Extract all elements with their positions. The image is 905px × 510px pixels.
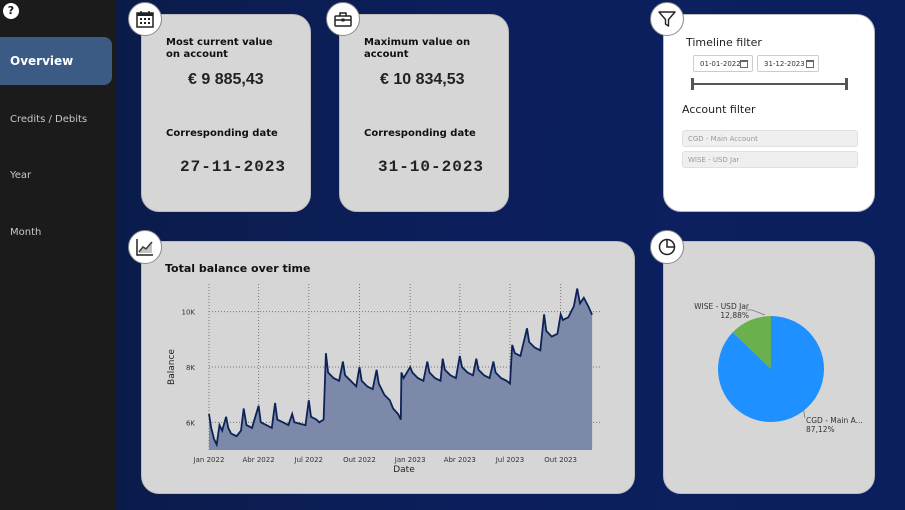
x-tick-label: Abr 2023 — [444, 456, 476, 464]
kpi-max-label: Maximum value on account — [364, 37, 471, 60]
filters-card: Timeline filter 01-01-2022 31-12-2023 Ac… — [663, 14, 875, 212]
kpi-current-label: Most current value on account — [166, 37, 273, 60]
account-option-label: CGD - Main Account — [688, 134, 758, 143]
account-filter-title: Account filter — [682, 103, 756, 116]
x-axis-label: Date — [393, 465, 415, 475]
nav-item-label: Month — [10, 226, 42, 238]
nav-item-month[interactable]: Month — [0, 208, 112, 256]
kpi-max-value: € 10 834,53 — [380, 71, 465, 88]
pie-value-wise: 12,88% — [720, 311, 749, 320]
nav-item-credits-debits[interactable]: Credits / Debits — [0, 95, 112, 143]
toolbox-icon — [326, 2, 360, 36]
balance-chart-card: Total balance over time 6K 8K 10K Jan 2022… — [141, 241, 635, 494]
line-chart-icon — [128, 230, 162, 264]
pie-value-cgd: 87,12% — [806, 425, 835, 434]
y-tick-label: 10K — [182, 309, 196, 317]
x-tick-label: Out 2023 — [544, 456, 577, 464]
sidebar: ? Overview Credits / Debits Year Month — [0, 0, 116, 510]
kpi-max-card: Maximum value on account € 10 834,53 Cor… — [339, 14, 509, 212]
y-tick-label: 6K — [186, 419, 195, 427]
x-tick-label: Jan 2022 — [193, 456, 225, 464]
kpi-current-card: Most current value on account € 9 885,43… — [141, 14, 311, 212]
pie-chart-card: WISE - USD Jar 12,88% CGD - Main A... 87… — [663, 241, 875, 494]
timeline-slider-track[interactable] — [692, 83, 848, 85]
x-tick-label: Jan 2023 — [394, 456, 426, 464]
date-to-input[interactable]: 31-12-2023 — [757, 55, 819, 72]
calendar-icon — [128, 2, 162, 36]
x-tick-label: Jul 2023 — [495, 456, 525, 464]
x-tick-label: Jul 2022 — [294, 456, 324, 464]
balance-chart[interactable]: 6K 8K 10K Jan 2022 Abr 2022 Jul 2022 Out 2022… — [142, 242, 636, 495]
nav-item-overview[interactable]: Overview — [0, 37, 112, 85]
y-axis-label: Balance — [167, 349, 177, 385]
help-icon[interactable]: ? — [3, 3, 19, 19]
kpi-max-date-label: Corresponding date — [364, 128, 476, 139]
nav-item-label: Year — [10, 169, 32, 181]
nav-item-year[interactable]: Year — [0, 151, 112, 199]
calendar-icon — [740, 60, 748, 68]
pie-chart-icon — [650, 230, 684, 264]
account-option-wise[interactable]: WISE - USD Jar — [682, 151, 858, 168]
date-from-input[interactable]: 01-01-2022 — [693, 55, 753, 72]
y-tick-label: 8K — [186, 364, 195, 372]
filter-icon — [650, 2, 684, 36]
kpi-current-date-value: 27-11-2023 — [180, 158, 287, 176]
kpi-current-value: € 9 885,43 — [188, 71, 264, 88]
pie-chart[interactable]: WISE - USD Jar 12,88% CGD - Main A... 87… — [664, 242, 876, 495]
x-tick-label: Out 2022 — [343, 456, 376, 464]
timeline-slider-handle-start[interactable] — [691, 78, 694, 90]
account-option-cgd[interactable]: CGD - Main Account — [682, 130, 858, 147]
nav-item-label: Credits / Debits — [10, 113, 88, 125]
kpi-current-date-label: Corresponding date — [166, 128, 278, 139]
calendar-icon — [806, 60, 814, 68]
nav-item-label: Overview — [10, 54, 74, 68]
pie-label-wise: WISE - USD Jar — [694, 302, 750, 311]
account-option-label: WISE - USD Jar — [688, 155, 740, 164]
pie-label-cgd: CGD - Main A... — [806, 416, 863, 425]
date-to-value: 31-12-2023 — [764, 59, 805, 68]
kpi-max-date-value: 31-10-2023 — [378, 158, 485, 176]
timeline-slider-handle-end[interactable] — [845, 78, 848, 90]
date-from-value: 01-01-2022 — [700, 59, 741, 68]
timeline-filter-title: Timeline filter — [686, 36, 762, 49]
x-tick-label: Abr 2022 — [243, 456, 275, 464]
